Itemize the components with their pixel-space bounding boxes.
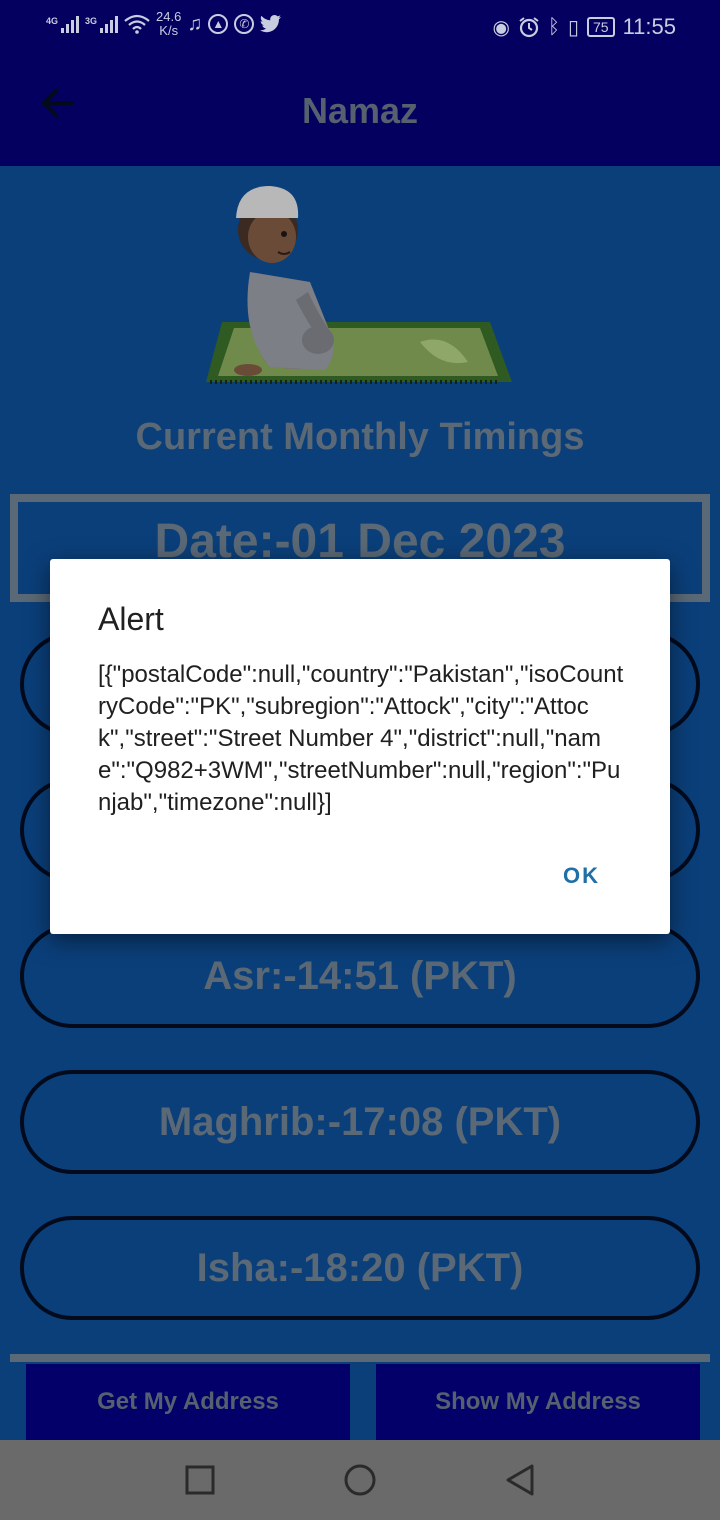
signal-icon: 3G xyxy=(85,15,119,33)
whatsapp-icon: ✆ xyxy=(234,14,255,34)
battery-icon: 75 xyxy=(587,17,615,37)
network-type-1: 4G xyxy=(46,15,59,26)
network-speed: 24.6 K/s xyxy=(156,10,181,38)
praying-boy-illustration xyxy=(206,186,512,384)
alarm-icon xyxy=(519,17,539,38)
get-my-address-button[interactable]: Get My Address xyxy=(26,1364,350,1440)
clock: 11:55 xyxy=(622,14,676,39)
prayer-time-asr: Asr:-14:51 (PKT) xyxy=(20,924,700,1028)
battery-level: 75 xyxy=(593,19,609,35)
signal-icon: 4G xyxy=(46,15,80,33)
home-icon[interactable] xyxy=(342,1462,378,1498)
eye-comfort-icon: ◉ xyxy=(492,16,510,39)
show-my-address-button[interactable]: Show My Address xyxy=(376,1364,700,1440)
dialog-title: Alert xyxy=(98,601,164,637)
divider xyxy=(10,1354,710,1362)
back-icon[interactable] xyxy=(502,1462,538,1498)
recent-apps-icon[interactable] xyxy=(182,1462,218,1498)
navigation-bar xyxy=(0,1440,720,1520)
prayer-time-isha: Isha:-18:20 (PKT) xyxy=(20,1216,700,1320)
speed-value: 24.6 xyxy=(156,9,182,24)
section-title: Current Monthly Timings xyxy=(135,416,585,458)
app-a-icon: ▲ xyxy=(208,14,229,34)
alert-dialog: Alert [{"postalCode":null,"country":"Pak… xyxy=(50,559,670,934)
dialog-message: [{"postalCode":null,"country":"Pakistan"… xyxy=(98,661,624,816)
status-left: 4G 3G 24.6 K/s ♫ ▲ ✆ xyxy=(46,10,282,38)
app-bar: Namaz xyxy=(0,56,720,166)
ok-button[interactable]: OK xyxy=(563,863,600,889)
status-right: ◉ ᛒ ▯ 75 11:55 xyxy=(493,14,676,40)
app-title: Namaz xyxy=(301,90,419,131)
speed-unit: K/s xyxy=(159,23,179,38)
prayer-time-maghrib: Maghrib:-17:08 (PKT) xyxy=(20,1070,700,1174)
music-note-icon: ♫ xyxy=(187,12,203,35)
status-bar: 4G 3G 24.6 K/s ♫ ▲ ✆ ◉ ᛒ ▯ 75 11:55 xyxy=(0,0,720,56)
wifi-icon xyxy=(124,14,150,34)
twitter-icon xyxy=(260,15,282,33)
bluetooth-icon: ᛒ xyxy=(547,15,560,38)
vibrate-icon: ▯ xyxy=(567,16,579,39)
network-type-2: 3G xyxy=(85,15,98,26)
